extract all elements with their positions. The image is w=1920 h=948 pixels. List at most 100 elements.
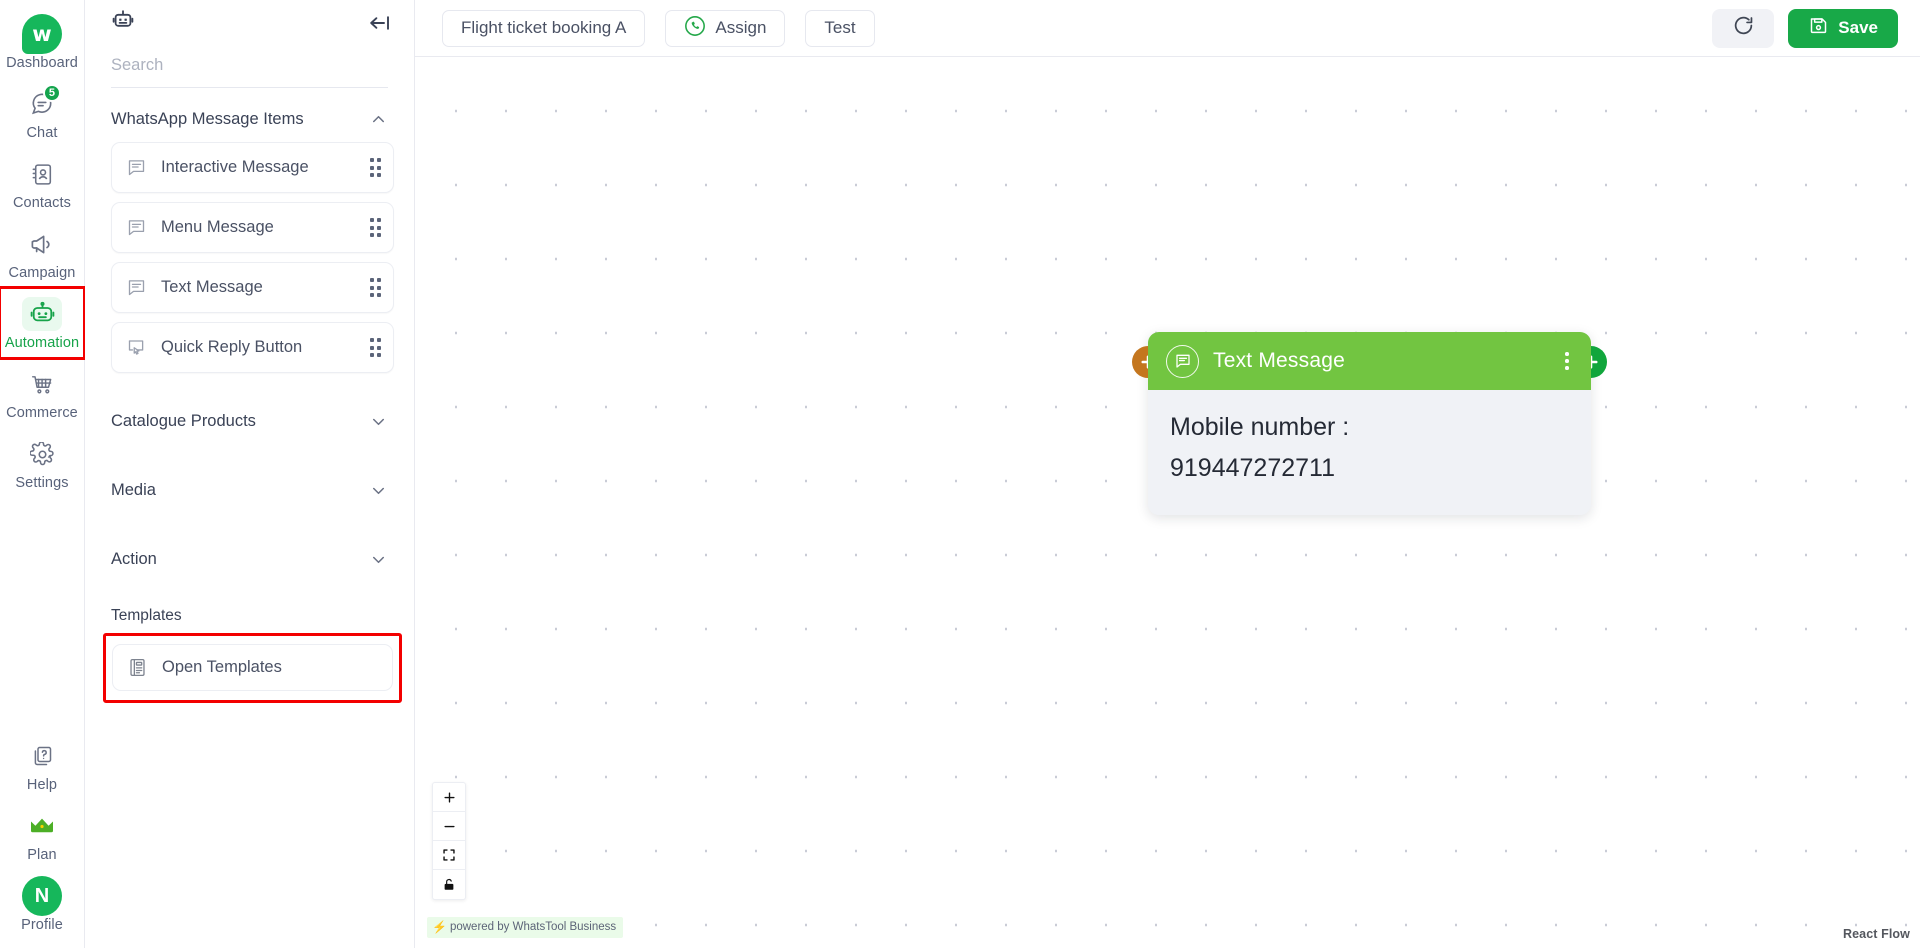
templates-section-title: Templates xyxy=(111,607,182,624)
group-header-media[interactable]: Media xyxy=(85,459,414,528)
library-item-menu-message[interactable]: Menu Message xyxy=(111,202,394,253)
contacts-book-icon xyxy=(22,157,62,191)
group-title: WhatsApp Message Items xyxy=(111,110,304,128)
logo-letter: w xyxy=(32,22,52,46)
flow-name-button[interactable]: Flight ticket booking A xyxy=(442,9,646,47)
node-text-line-1: Mobile number : xyxy=(1170,413,1350,441)
library-item-text-message[interactable]: Text Message xyxy=(111,262,394,313)
flow-name-label: Flight ticket booking A xyxy=(461,18,627,37)
toggle-interactivity-button[interactable] xyxy=(433,870,465,899)
drag-handle-icon[interactable] xyxy=(369,218,381,237)
zoom-in-button[interactable] xyxy=(433,783,465,812)
gear-icon xyxy=(22,437,62,471)
node-header: Text Message xyxy=(1148,332,1591,390)
zoom-out-button[interactable] xyxy=(433,812,465,841)
avatar-icon: N xyxy=(22,876,62,916)
group-header-action[interactable]: Action xyxy=(85,528,414,591)
message-lines-icon xyxy=(126,217,147,238)
group-title: Catalogue Products xyxy=(111,412,256,430)
chat-unread-badge: 5 xyxy=(42,84,61,102)
panel-body: WhatsApp Message Items Interactive Messa… xyxy=(85,88,414,948)
group-title: Media xyxy=(111,481,156,499)
test-button[interactable]: Test xyxy=(805,9,875,47)
kebab-menu-icon[interactable] xyxy=(1559,348,1575,374)
library-item-label: Quick Reply Button xyxy=(161,338,303,356)
search-input[interactable] xyxy=(111,50,388,88)
chevron-up-icon[interactable] xyxy=(369,110,388,129)
sidebar-item-contacts[interactable]: Contacts xyxy=(0,148,84,218)
chevron-down-icon[interactable] xyxy=(369,412,388,431)
library-item-interactive-message[interactable]: Interactive Message xyxy=(111,142,394,193)
sidebar-item-label: Dashboard xyxy=(6,55,78,71)
sidebar-item-chat[interactable]: 5 Chat xyxy=(0,78,84,148)
group-header-whatsapp-message-items[interactable]: WhatsApp Message Items xyxy=(85,94,414,142)
attribution-text: powered by WhatsTool Business xyxy=(449,921,617,933)
rail-top-group: w Dashboard 5 Chat Contacts Campaign Aut… xyxy=(0,0,86,498)
drag-handle-icon[interactable] xyxy=(369,338,381,357)
sidebar-item-profile[interactable]: N Profile xyxy=(0,870,84,940)
test-label: Test xyxy=(824,18,856,37)
collapse-panel-button[interactable] xyxy=(368,13,392,33)
refresh-button[interactable] xyxy=(1712,8,1775,48)
message-lines-icon xyxy=(126,277,147,298)
sidebar-item-label: Plan xyxy=(27,847,57,863)
left-nav-rail: w Dashboard 5 Chat Contacts Campaign Aut… xyxy=(0,0,86,948)
node-title: Text Message xyxy=(1213,349,1345,372)
message-lines-icon xyxy=(126,157,147,178)
save-button[interactable]: Save xyxy=(1788,8,1898,48)
megaphone-icon xyxy=(22,227,62,261)
attribution-badge: ⚡ powered by WhatsTool Business xyxy=(427,917,624,938)
main-area: Flight ticket booking A Assign Test Save… xyxy=(415,0,1920,948)
sidebar-item-commerce[interactable]: Commerce xyxy=(0,358,84,428)
chevron-down-icon[interactable] xyxy=(369,481,388,500)
assign-label: Assign xyxy=(715,18,767,37)
flow-controls xyxy=(432,782,466,900)
sidebar-item-label: Contacts xyxy=(12,195,72,211)
sidebar-item-campaign[interactable]: Campaign xyxy=(0,218,84,288)
sidebar-item-automation[interactable]: Automation xyxy=(0,286,86,360)
library-item-label: Text Message xyxy=(161,278,263,296)
refresh-icon xyxy=(1732,14,1755,42)
floppy-disk-icon xyxy=(1808,15,1829,41)
sidebar-item-settings[interactable]: Settings xyxy=(0,428,84,498)
lightning-bolt-icon: ⚡ xyxy=(432,920,447,934)
assign-button[interactable]: Assign xyxy=(665,9,786,47)
save-label: Save xyxy=(1838,18,1878,37)
crown-icon xyxy=(22,809,62,843)
open-templates-highlight: Open Templates xyxy=(103,633,402,703)
node-text-line-2: 919447272711 xyxy=(1170,453,1335,482)
rail-bottom-group: Help Plan N Profile xyxy=(0,730,84,948)
sidebar-item-label: Automation xyxy=(4,335,80,351)
drag-handle-icon[interactable] xyxy=(369,278,381,297)
library-item-quick-reply-button[interactable]: Quick Reply Button xyxy=(111,322,394,373)
sidebar-item-dashboard[interactable]: w Dashboard xyxy=(0,8,84,78)
avatar-initial: N xyxy=(34,884,50,907)
whatstool-logo-icon: w xyxy=(22,14,62,54)
robot-icon xyxy=(111,9,135,38)
group-header-catalogue-products[interactable]: Catalogue Products xyxy=(85,382,414,459)
flow-canvas[interactable]: Text Message Mobile number : 91944727271… xyxy=(415,57,1920,948)
react-flow-watermark: React Flow xyxy=(1843,927,1910,941)
chat-bubble-icon: 5 xyxy=(22,84,62,121)
quick-reply-icon xyxy=(126,337,147,358)
fit-view-button[interactable] xyxy=(433,841,465,870)
sidebar-item-label: Profile xyxy=(21,917,63,933)
sidebar-item-label: Campaign xyxy=(8,265,76,281)
open-templates-button[interactable]: Open Templates xyxy=(112,644,393,691)
sidebar-item-help[interactable]: Help xyxy=(0,730,84,800)
library-item-label: Interactive Message xyxy=(161,158,309,176)
shopping-cart-icon xyxy=(22,367,62,401)
flow-toolbar: Flight ticket booking A Assign Test Save xyxy=(415,0,1920,57)
message-lines-icon xyxy=(1166,344,1199,378)
chevron-down-icon[interactable] xyxy=(369,550,388,569)
robot-icon xyxy=(22,297,62,331)
sidebar-item-plan[interactable]: Plan xyxy=(0,800,84,870)
flow-node-text-message[interactable]: Text Message Mobile number : 91944727271… xyxy=(1132,332,1607,515)
search-container xyxy=(85,46,414,88)
sidebar-item-label: Settings xyxy=(15,475,69,491)
library-item-label: Menu Message xyxy=(161,218,274,236)
help-question-icon xyxy=(22,739,62,773)
whatsapp-icon xyxy=(684,15,706,42)
open-templates-label: Open Templates xyxy=(162,658,282,676)
drag-handle-icon[interactable] xyxy=(369,158,381,177)
